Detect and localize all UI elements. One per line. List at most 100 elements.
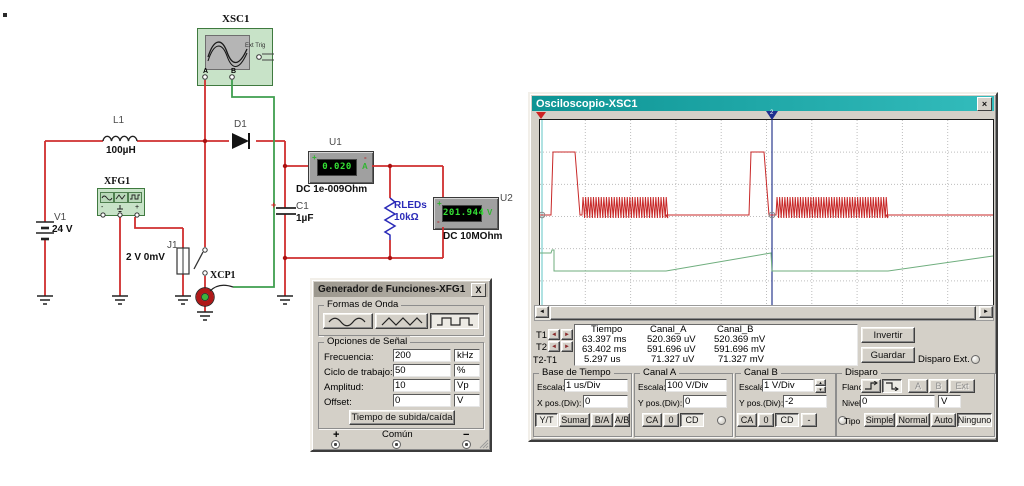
canal-a-ypos-input[interactable] xyxy=(683,395,727,408)
xsc1-label: XSC1 xyxy=(222,14,250,25)
sumar-button[interactable]: Sumar xyxy=(559,413,590,427)
ab-button[interactable]: A/B xyxy=(614,413,630,427)
triangle-wave-button[interactable] xyxy=(375,313,428,329)
tipo-auto-button[interactable]: Auto xyxy=(931,413,956,427)
disparo-ext-radio[interactable] xyxy=(971,355,980,364)
ground-symbols xyxy=(37,296,293,320)
tipo-simple-button[interactable]: Simple xyxy=(864,413,895,427)
scope-title: Osciloscopio-XSC1 xyxy=(534,98,637,110)
u1-minus: - xyxy=(364,154,367,162)
canal-a-escala-label: Escala: xyxy=(638,382,666,392)
multisim-workspace: { "circuit": { "marker": "", "xsc1": {"l… xyxy=(0,0,1024,486)
scroll-right-button[interactable]: ► xyxy=(979,306,993,318)
scope-titlebar[interactable]: Osciloscopio-XSC1 × xyxy=(532,96,994,111)
tipo-normal-button[interactable]: Normal xyxy=(896,413,930,427)
t1-left-button[interactable]: ◄ xyxy=(548,329,560,340)
switch-blade xyxy=(194,252,203,269)
l1-value: 100µH xyxy=(106,145,136,156)
opciones-de-senal-group: Opciones de Señal Frecuencia: kHz Ciclo … xyxy=(318,342,484,429)
sine-wave-button[interactable] xyxy=(323,313,373,329)
current-probe-symbol xyxy=(199,291,212,304)
u2-spec: DC 10MOhm xyxy=(443,231,502,242)
fg-comun-label: Común xyxy=(382,429,413,440)
edge-rising-button[interactable] xyxy=(861,379,881,393)
t2-right-button[interactable]: ► xyxy=(561,341,573,352)
oscilloscope-icon[interactable]: Ext Trig A B xyxy=(197,28,273,86)
scope-scrollbar[interactable]: ◄ ► xyxy=(534,305,994,321)
trigger-ext-button[interactable]: Ext xyxy=(949,379,975,393)
tipo-ninguno-button[interactable]: Ninguno xyxy=(957,413,992,427)
sine-curves-icon xyxy=(206,36,249,69)
edge-rising-icon xyxy=(863,381,879,391)
opciones-de-senal-title: Opciones de Señal xyxy=(324,336,410,347)
canal-b-0-button[interactable]: 0 xyxy=(758,413,774,427)
guardar-button[interactable]: Guardar xyxy=(861,347,915,363)
fg-plus-terminal-label: + xyxy=(135,202,139,213)
disparo-ext-label: Disparo Ext. xyxy=(918,355,970,365)
canal-a-escala-input[interactable] xyxy=(665,379,727,392)
trigger-b-button[interactable]: B xyxy=(929,379,948,393)
escala-label: Escala: xyxy=(537,382,565,392)
square-wave-button[interactable] xyxy=(430,313,479,329)
v1-value: 24 V xyxy=(52,224,73,235)
cursor1-handle[interactable] xyxy=(536,112,546,119)
t1-right-button[interactable]: ► xyxy=(561,329,573,340)
u2-unit: V xyxy=(487,209,492,217)
amplitud-input[interactable] xyxy=(393,379,451,392)
frecuencia-input[interactable] xyxy=(393,349,451,362)
function-generator-icon[interactable]: - + xyxy=(97,188,145,216)
xpos-input[interactable] xyxy=(583,395,628,408)
voltmeter-u2[interactable]: + - 201.944 V xyxy=(433,197,499,230)
edge-falling-button[interactable] xyxy=(882,379,902,393)
canal-b-minus-button[interactable]: - xyxy=(801,413,817,427)
fg-minus-terminal-label: - xyxy=(101,202,103,213)
rleds-value: 10kΩ xyxy=(394,212,419,223)
t2t1-tiempo: 5.297 us xyxy=(584,355,620,365)
fg-plus-terminal[interactable] xyxy=(331,440,340,449)
scroll-left-button[interactable]: ◄ xyxy=(535,306,549,318)
canal-a-radio[interactable] xyxy=(717,416,726,425)
ba-button[interactable]: B/A xyxy=(591,413,613,427)
ammeter-u1[interactable]: + - 0.020 A xyxy=(308,151,374,184)
xpos-label: X pos.(Div): xyxy=(537,398,581,408)
fg-minus-terminal[interactable] xyxy=(462,440,471,449)
spinner-up-button[interactable]: ▲ xyxy=(815,379,826,386)
function-generator-dialog[interactable]: Generador de Funciones-XFG1 X Formas de … xyxy=(310,278,492,452)
base-escala-input[interactable] xyxy=(564,379,628,392)
canal-b-escala-input[interactable] xyxy=(762,379,814,392)
canal-a-cd-button[interactable]: CD xyxy=(680,413,704,427)
ciclo-input[interactable] xyxy=(393,364,451,377)
fg-comun-terminal[interactable] xyxy=(392,440,401,449)
canal-b-cd-button[interactable]: CD xyxy=(775,413,799,427)
invertir-button[interactable]: Invertir xyxy=(861,327,915,343)
offset-unit: V xyxy=(454,394,480,407)
t2t1-canal-a: 71.327 uV xyxy=(651,355,694,365)
formas-de-onda-group: Formas de Onda xyxy=(318,305,484,336)
edge-falling-icon xyxy=(884,381,900,391)
canvas-marker xyxy=(3,13,7,17)
canal-a-ca-button[interactable]: CA xyxy=(642,413,662,427)
canal-a-0-button[interactable]: 0 xyxy=(663,413,679,427)
canal-b-ypos-input[interactable] xyxy=(783,395,827,408)
tiempo-subida-button[interactable]: Tiempo de subida/caída xyxy=(349,410,455,425)
xfg1-label: XFG1 xyxy=(104,176,130,187)
v1-ref: V1 xyxy=(54,212,66,223)
scope-plot[interactable] xyxy=(539,119,994,314)
canal-b-ca-button[interactable]: CA xyxy=(737,413,757,427)
fg-close-button[interactable]: X xyxy=(471,283,486,297)
frecuencia-unit: kHz xyxy=(454,349,480,362)
scroll-thumb[interactable] xyxy=(550,306,976,320)
d1-ref: D1 xyxy=(234,119,247,130)
readout-table: Tiempo Canal_A Canal_B 63.397 ms 520.369… xyxy=(574,324,858,366)
cursor2-number: 2 xyxy=(770,110,773,116)
spinner-down-button[interactable]: ▼ xyxy=(815,386,826,393)
trigger-a-button[interactable]: A xyxy=(908,379,928,393)
yt-button[interactable]: Y/T xyxy=(535,413,558,427)
nivel-input[interactable] xyxy=(860,395,935,408)
fg-titlebar[interactable]: Generador de Funciones-XFG1 X xyxy=(314,282,488,297)
resize-grip-icon[interactable] xyxy=(479,439,489,449)
oscilloscope-window[interactable]: Osciloscopio-XSC1 × 2 ◄ ► T1 ◄ ► T2 ◄ ► … xyxy=(528,92,998,442)
offset-input[interactable] xyxy=(393,394,451,407)
t2-left-button[interactable]: ◄ xyxy=(548,341,560,352)
scope-close-button[interactable]: × xyxy=(977,97,992,111)
